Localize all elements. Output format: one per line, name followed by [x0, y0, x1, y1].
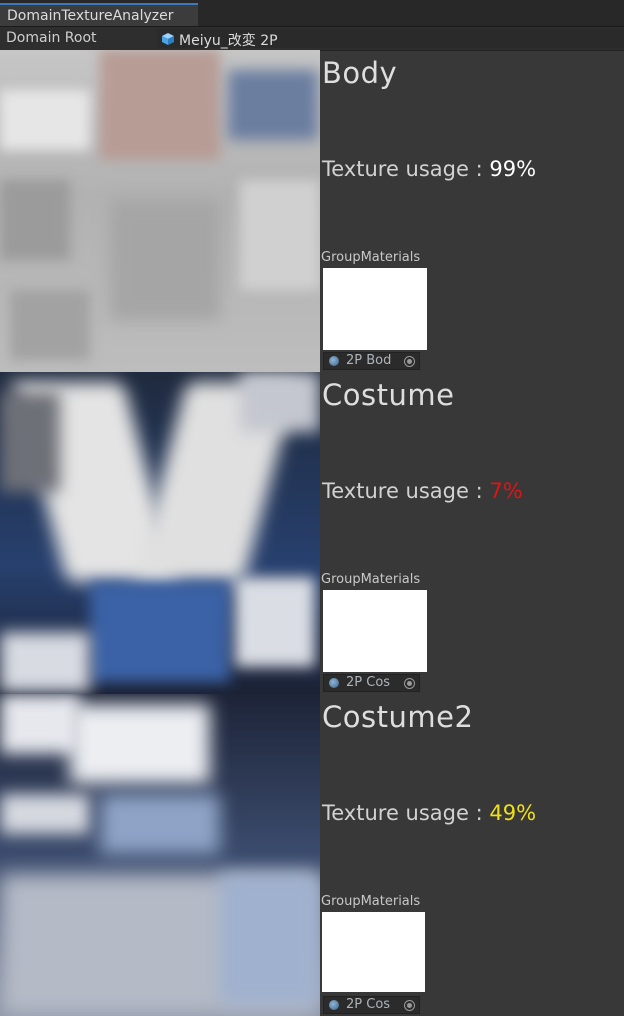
texture-preview-costume2 — [0, 694, 320, 1016]
texture-usage-label: Texture usage : — [322, 157, 483, 181]
group-materials-label: GroupMaterials — [321, 572, 421, 587]
section-title: Costume2 — [322, 700, 474, 734]
domain-root-label: Domain Root — [6, 30, 97, 46]
texture-usage-value: 49% — [489, 801, 537, 825]
texture-usage-label: Texture usage : — [322, 479, 483, 503]
group-materials-label: GroupMaterials — [321, 250, 421, 265]
material-name: 2P Cos — [346, 675, 391, 690]
texture-usage-text: Texture usage : 99% — [322, 157, 536, 181]
texture-preview-costume — [0, 372, 320, 694]
material-object-field[interactable]: 2P Cos — [323, 996, 420, 1014]
object-picker-icon[interactable] — [404, 356, 415, 367]
group-materials-label: GroupMaterials — [321, 894, 421, 909]
tab-domain-texture-analyzer[interactable]: DomainTextureAnalyzer — [0, 3, 198, 26]
material-preview — [322, 912, 425, 992]
texture-usage-text: Texture usage : 7% — [322, 479, 523, 503]
material-icon — [329, 1000, 339, 1010]
material-icon — [329, 356, 339, 366]
material-icon — [329, 678, 339, 688]
object-picker-icon[interactable] — [404, 678, 415, 689]
material-object-field[interactable]: 2P Cos — [323, 674, 420, 692]
material-preview — [323, 268, 427, 350]
material-preview — [323, 590, 427, 672]
domain-root-object-field[interactable]: Meiyu_改変 2P — [157, 29, 624, 49]
texture-usage-text: Texture usage : 49% — [322, 801, 536, 825]
section-costume: Costume Texture usage : 7% GroupMaterial… — [0, 372, 624, 694]
texture-preview-body — [0, 50, 320, 372]
texture-usage-value: 7% — [489, 479, 523, 503]
texture-usage-label: Texture usage : — [322, 801, 483, 825]
tab-bar: DomainTextureAnalyzer — [0, 0, 624, 27]
gameobject-cube-icon — [162, 33, 174, 45]
domain-root-row: Domain Root Meiyu_改変 2P — [0, 27, 624, 51]
tab-label: DomainTextureAnalyzer — [7, 8, 174, 24]
domain-root-object-name: Meiyu_改変 2P — [179, 33, 278, 49]
section-title: Costume — [322, 378, 455, 412]
material-object-field[interactable]: 2P Bod — [323, 352, 420, 370]
texture-usage-value: 99% — [489, 157, 537, 181]
section-title: Body — [322, 56, 398, 90]
section-costume2: Costume2 Texture usage : 49% GroupMateri… — [0, 694, 624, 1016]
material-name: 2P Cos — [346, 997, 391, 1012]
object-picker-icon[interactable] — [404, 1000, 415, 1011]
material-name: 2P Bod — [346, 353, 392, 368]
section-body: Body Texture usage : 99% GroupMaterials … — [0, 50, 624, 372]
